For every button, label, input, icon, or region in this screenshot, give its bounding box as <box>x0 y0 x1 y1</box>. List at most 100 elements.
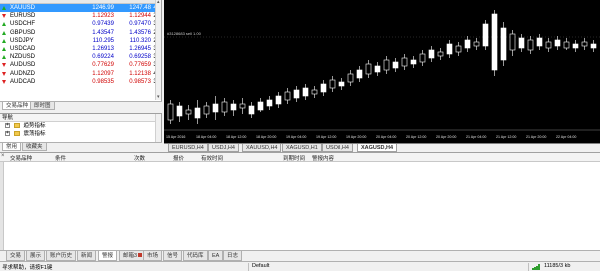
candle-body <box>293 89 300 99</box>
candle-body <box>419 53 426 63</box>
candle-body <box>446 43 453 55</box>
tab-chart-xagusd-h4[interactable]: XAGUSD,H4 <box>357 144 398 152</box>
candle-body <box>266 99 273 107</box>
candle-body <box>257 101 264 111</box>
candle-body <box>230 103 237 111</box>
expand-icon[interactable]: + <box>5 131 10 136</box>
tab-chart-xagusd-h1[interactable]: XAGUSD,H1 <box>282 144 322 152</box>
candle-body <box>563 41 570 49</box>
ask-price: 0.77659 <box>129 62 151 69</box>
order-label: #3128683 sell 1.00 <box>167 31 202 36</box>
candle-body <box>356 69 363 79</box>
tab-chart-eurusd-h4[interactable]: EURUSD,H4 <box>168 144 208 152</box>
x-tick-label: 21 Apr 12:00 <box>496 135 516 139</box>
arrow-up-icon <box>2 38 6 43</box>
tab-common[interactable]: 常用 <box>2 143 22 151</box>
tab-exposure[interactable]: 展示 <box>26 251 46 261</box>
x-tick-label: 20 Apr 04:00 <box>376 135 396 139</box>
tab-tick-chart[interactable]: 即时图 <box>30 102 55 110</box>
candle-body <box>536 37 543 47</box>
status-profile[interactable]: Default <box>252 263 269 269</box>
candle-body <box>347 73 354 83</box>
x-tick-label: 20 Apr 12:00 <box>406 135 426 139</box>
status-divider <box>528 263 529 271</box>
col-count[interactable]: 次数 <box>134 154 145 162</box>
tab-market[interactable]: 市场 <box>143 251 163 261</box>
candle-body <box>509 33 516 51</box>
market-watch-row[interactable]: XAUUSD1246.991247.4849 <box>0 4 161 13</box>
candle-body <box>185 109 192 115</box>
navigator-title: 导航 <box>0 114 161 122</box>
bid-price: 0.69224 <box>92 54 114 61</box>
symbol-name: AUDNZD <box>10 70 35 77</box>
col-symbol[interactable]: 交易品种 <box>10 154 32 162</box>
candle-body <box>176 105 183 117</box>
close-icon[interactable]: × <box>1 153 5 159</box>
tab-journal[interactable]: 日志 <box>223 251 243 261</box>
x-tick-label: 21 Apr 20:00 <box>526 135 546 139</box>
ask-price: 0.69258 <box>129 54 151 61</box>
ask-price: 0.98573 <box>129 78 151 85</box>
x-tick-label: 18 Apr 20:00 <box>256 135 276 139</box>
candle-body <box>581 41 588 47</box>
bid-price: 1.26913 <box>92 45 114 52</box>
bid-price: 1.43547 <box>92 29 114 36</box>
market-watch-row[interactable]: GBPUSD1.435471.4357629 <box>0 29 161 37</box>
tab-account-history[interactable]: 账户历史 <box>46 251 77 261</box>
tab-news[interactable]: 新闻 <box>77 251 97 261</box>
arrow-down-icon <box>2 14 6 19</box>
tab-alerts[interactable]: 警报 <box>98 251 118 261</box>
market-watch-scrollbar[interactable] <box>155 0 161 100</box>
candle-body <box>329 79 336 89</box>
price-chart[interactable]: #3128683 sell 1.00 15 Apr 2016 18 Apr 04:… <box>164 0 600 143</box>
candle-body <box>455 45 462 53</box>
market-watch-row[interactable]: EURUSD1.129231.1294421 <box>0 12 161 20</box>
candle-body <box>473 41 480 47</box>
candle-body <box>500 27 507 61</box>
expand-icon[interactable]: + <box>5 123 10 128</box>
folder-icon <box>14 123 20 128</box>
market-watch-row[interactable]: AUDCAD0.985350.9857338 <box>0 78 161 86</box>
tab-chart-usoil-h4[interactable]: USOil,H4 <box>322 144 353 152</box>
folder-icon <box>14 131 20 136</box>
arrow-down-icon <box>2 79 6 84</box>
col-alert-content[interactable]: 警报内容 <box>312 154 334 162</box>
chart-canvas[interactable]: #3128683 sell 1.00 15 Apr 2016 18 Apr 04:… <box>164 0 600 143</box>
col-condition[interactable]: 条件 <box>55 154 66 162</box>
candle-body <box>545 41 552 49</box>
tab-trade[interactable]: 交易 <box>6 251 26 261</box>
tab-favorites[interactable]: 收藏夹 <box>22 143 47 151</box>
market-watch-row[interactable]: AUDUSD0.776290.7765930 <box>0 61 161 69</box>
status-help-text: 寻求帮助，请按F1键 <box>2 265 53 271</box>
col-valid-time[interactable]: 有效时间 <box>201 154 223 162</box>
navigator-title-label: 导航 <box>2 115 14 121</box>
tab-symbols[interactable]: 交易品种 <box>2 102 33 110</box>
nav-item-label: 趋势指标 <box>23 123 46 129</box>
col-price[interactable]: 报价 <box>173 154 184 162</box>
terminal-panel: × 交易品种 条件 次数 报价 有效时间 到期时间 警报内容 交易 展示 账户历… <box>0 152 600 261</box>
tab-signals[interactable]: 信号 <box>163 251 183 261</box>
candle-body <box>365 63 372 75</box>
market-watch-row[interactable]: USDCHF0.974390.9747031 <box>0 20 161 28</box>
market-watch-tabs: 交易品种 即时图 <box>0 101 162 110</box>
arrow-up-icon <box>2 46 6 51</box>
terminal-side-handle[interactable] <box>0 162 4 250</box>
market-watch-row[interactable]: NZDUSD0.692240.6925834 <box>0 53 161 61</box>
x-tick-label: 21 Apr 04:00 <box>466 135 486 139</box>
market-watch-row[interactable]: USDCAD1.269131.2694532 <box>0 45 161 53</box>
col-expiry-time[interactable]: 到期时间 <box>283 154 305 162</box>
nav-item-label: 震荡指标 <box>23 131 46 137</box>
market-watch-row[interactable]: USDJPY110.295110.32025 <box>0 37 161 45</box>
market-watch-row[interactable]: AUDNZD1.120971.1213841 <box>0 70 161 78</box>
candle-body <box>248 105 255 115</box>
tab-experts[interactable]: EA <box>208 251 224 261</box>
tab-code-base[interactable]: 代码库 <box>183 251 208 261</box>
chart-tab-bar: EURUSD,H4 USDJ,H4 XAUUSD,H4 XAGUSD,H1 US… <box>164 143 600 152</box>
nav-item-oscillators[interactable]: + 震荡指标 <box>0 130 161 138</box>
candle-body <box>374 65 381 73</box>
x-tick-label: 18 Apr 12:00 <box>226 135 246 139</box>
arrow-up-icon <box>2 22 6 27</box>
tab-chart-xauusd-h4[interactable]: XAUUSD,H4 <box>242 144 282 152</box>
nav-item-trend-indicators[interactable]: + 趋势指标 <box>0 122 161 130</box>
tab-chart-usdj-h4[interactable]: USDJ,H4 <box>208 144 239 152</box>
